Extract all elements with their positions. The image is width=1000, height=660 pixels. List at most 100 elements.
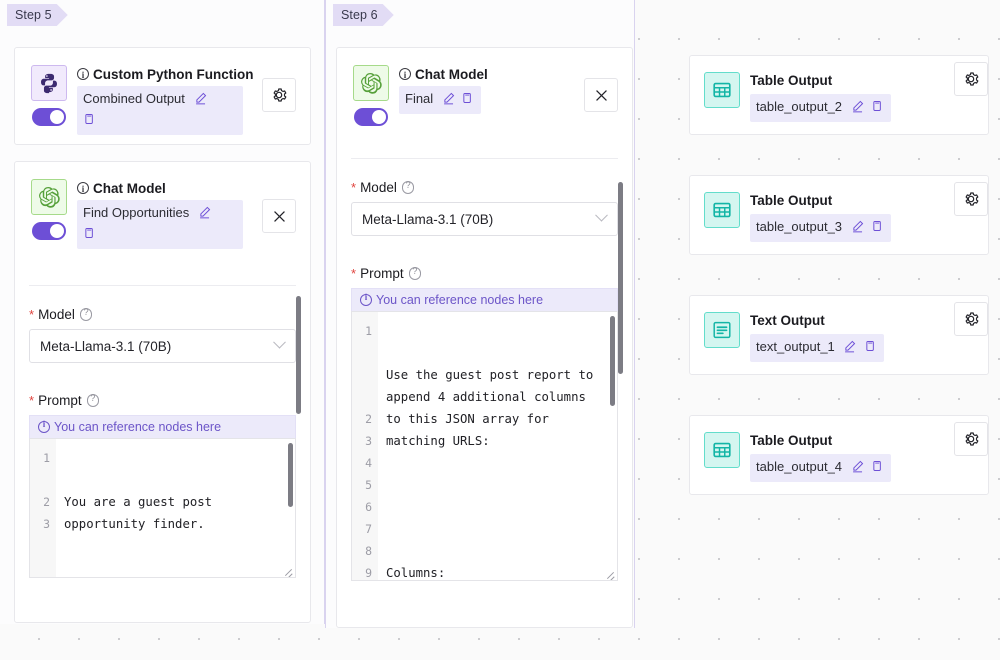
gear-icon [965, 312, 979, 326]
output-card-text-output-1[interactable]: Text Output text_output_1 [689, 295, 989, 375]
step-tag-6: Step 6 [333, 4, 394, 26]
output-settings-button[interactable] [954, 62, 988, 96]
prompt-editor[interactable]: 1 2 3 You are a guest post opportunity f… [29, 438, 296, 578]
help-icon[interactable] [86, 393, 100, 407]
info-icon [399, 66, 411, 85]
required-marker: * [351, 266, 357, 281]
prompt-textarea[interactable]: You are a guest post opportunity finder.… [56, 439, 295, 577]
edit-icon[interactable] [851, 219, 864, 238]
chevron-down-icon [595, 208, 608, 222]
line-number-gutter: 1 2 3 [30, 439, 56, 577]
info-icon [77, 180, 89, 199]
node-settings-button[interactable] [262, 78, 296, 112]
output-card-table-output-3[interactable]: Table Output table_output_3 [689, 175, 989, 255]
model-select[interactable]: Meta-Llama-3.1 (70B) [29, 329, 296, 363]
openai-icon [31, 179, 67, 215]
node-enable-toggle[interactable] [32, 222, 66, 240]
step-tag-5: Step 5 [7, 4, 68, 26]
node-name-chip[interactable]: Find Opportunities [77, 200, 243, 249]
output-title: Table Output [750, 73, 833, 88]
prompt-line-3: Columns: [386, 566, 446, 580]
model-select-value: Meta-Llama-3.1 (70B) [362, 211, 494, 227]
node-name-text: Final [405, 91, 434, 106]
prompt-scrollbar[interactable] [610, 316, 615, 406]
output-name-text: table_output_4 [756, 459, 843, 474]
node-close-button[interactable] [584, 78, 618, 112]
close-icon [595, 89, 607, 101]
panel-scrollbar-step5[interactable] [296, 296, 301, 414]
output-settings-button[interactable] [954, 302, 988, 336]
model-field: * Model Meta-Llama-3.1 (70B) [15, 307, 310, 363]
node-icon-column [351, 65, 391, 126]
edit-icon[interactable] [843, 339, 856, 358]
output-card-table-output-2[interactable]: Table Output table_output_2 [689, 55, 989, 135]
openai-icon [353, 65, 389, 101]
prompt-textarea[interactable]: Use the guest post report to append 4 ad… [378, 312, 617, 580]
prompt-editor[interactable]: 1 2 3 4 5 6 7 8 9 Use the guest post rep… [351, 311, 618, 581]
prompt-field: * Prompt You can reference nodes here 1 … [15, 393, 310, 578]
edit-icon[interactable] [194, 91, 207, 110]
node-enable-toggle[interactable] [354, 108, 388, 126]
node-card-custom-python-function[interactable]: Custom Python Function Combined Output [14, 47, 311, 145]
help-icon[interactable] [408, 266, 422, 280]
node-type-label: Chat Model [77, 179, 296, 199]
copy-icon[interactable] [83, 112, 96, 131]
gear-icon [965, 192, 979, 206]
node-icon-column [29, 65, 69, 126]
model-field: * Model Meta-Llama-3.1 (70B) [337, 180, 632, 236]
output-title: Table Output [750, 193, 833, 208]
info-icon [360, 292, 372, 306]
node-name-chip[interactable]: Final [399, 86, 482, 114]
help-icon[interactable] [401, 180, 415, 194]
line-number-gutter: 1 2 3 4 5 6 7 8 9 [352, 312, 378, 580]
copy-icon[interactable] [83, 226, 96, 245]
info-icon [38, 419, 50, 433]
edit-icon[interactable] [198, 205, 211, 224]
gear-icon [273, 88, 287, 102]
table-icon [704, 192, 740, 228]
step-panel-6: Step 6 Chat Model Final [325, 0, 635, 628]
output-name-chip[interactable]: table_output_2 [750, 94, 892, 122]
table-icon [704, 432, 740, 468]
model-field-label: * Model [351, 180, 618, 195]
output-title: Table Output [750, 433, 833, 448]
python-icon [31, 65, 67, 101]
node-name-text: Combined Output [83, 91, 185, 106]
copy-icon[interactable] [871, 99, 884, 118]
node-card-chat-model-find-opportunities[interactable]: Chat Model Find Opportunities [14, 161, 311, 623]
output-settings-button[interactable] [954, 422, 988, 456]
node-close-button[interactable] [262, 199, 296, 233]
edit-icon[interactable] [442, 91, 455, 110]
gear-icon [965, 432, 979, 446]
output-name-chip[interactable]: table_output_3 [750, 214, 892, 242]
prompt-scrollbar[interactable] [288, 443, 293, 507]
output-name-text: table_output_3 [756, 219, 843, 234]
edit-icon[interactable] [851, 459, 864, 478]
required-marker: * [351, 180, 357, 195]
help-icon[interactable] [79, 307, 93, 321]
node-enable-toggle[interactable] [32, 108, 66, 126]
panel-scrollbar-step6[interactable] [618, 182, 623, 374]
copy-icon[interactable] [461, 91, 474, 110]
node-card-chat-model-final[interactable]: Chat Model Final * Model [336, 47, 633, 628]
info-icon [77, 66, 89, 85]
edit-icon[interactable] [851, 99, 864, 118]
output-name-chip[interactable]: table_output_4 [750, 454, 892, 482]
model-select-value: Meta-Llama-3.1 (70B) [40, 338, 172, 354]
chevron-down-icon [273, 335, 286, 349]
node-name-chip[interactable]: Combined Output [77, 86, 243, 135]
resize-handle[interactable] [605, 569, 615, 579]
copy-icon[interactable] [871, 459, 884, 478]
model-field-label: * Model [29, 307, 296, 322]
required-marker: * [29, 393, 35, 408]
output-name-chip[interactable]: text_output_1 [750, 334, 885, 362]
output-settings-button[interactable] [954, 182, 988, 216]
resize-handle[interactable] [283, 566, 293, 576]
output-card-table-output-4[interactable]: Table Output table_output_4 [689, 415, 989, 495]
copy-icon[interactable] [871, 219, 884, 238]
prompt-line-1: You are a guest post opportunity finder. [64, 495, 220, 531]
model-select[interactable]: Meta-Llama-3.1 (70B) [351, 202, 618, 236]
node-icon-column [29, 179, 69, 240]
copy-icon[interactable] [864, 339, 877, 358]
close-icon [273, 210, 285, 222]
